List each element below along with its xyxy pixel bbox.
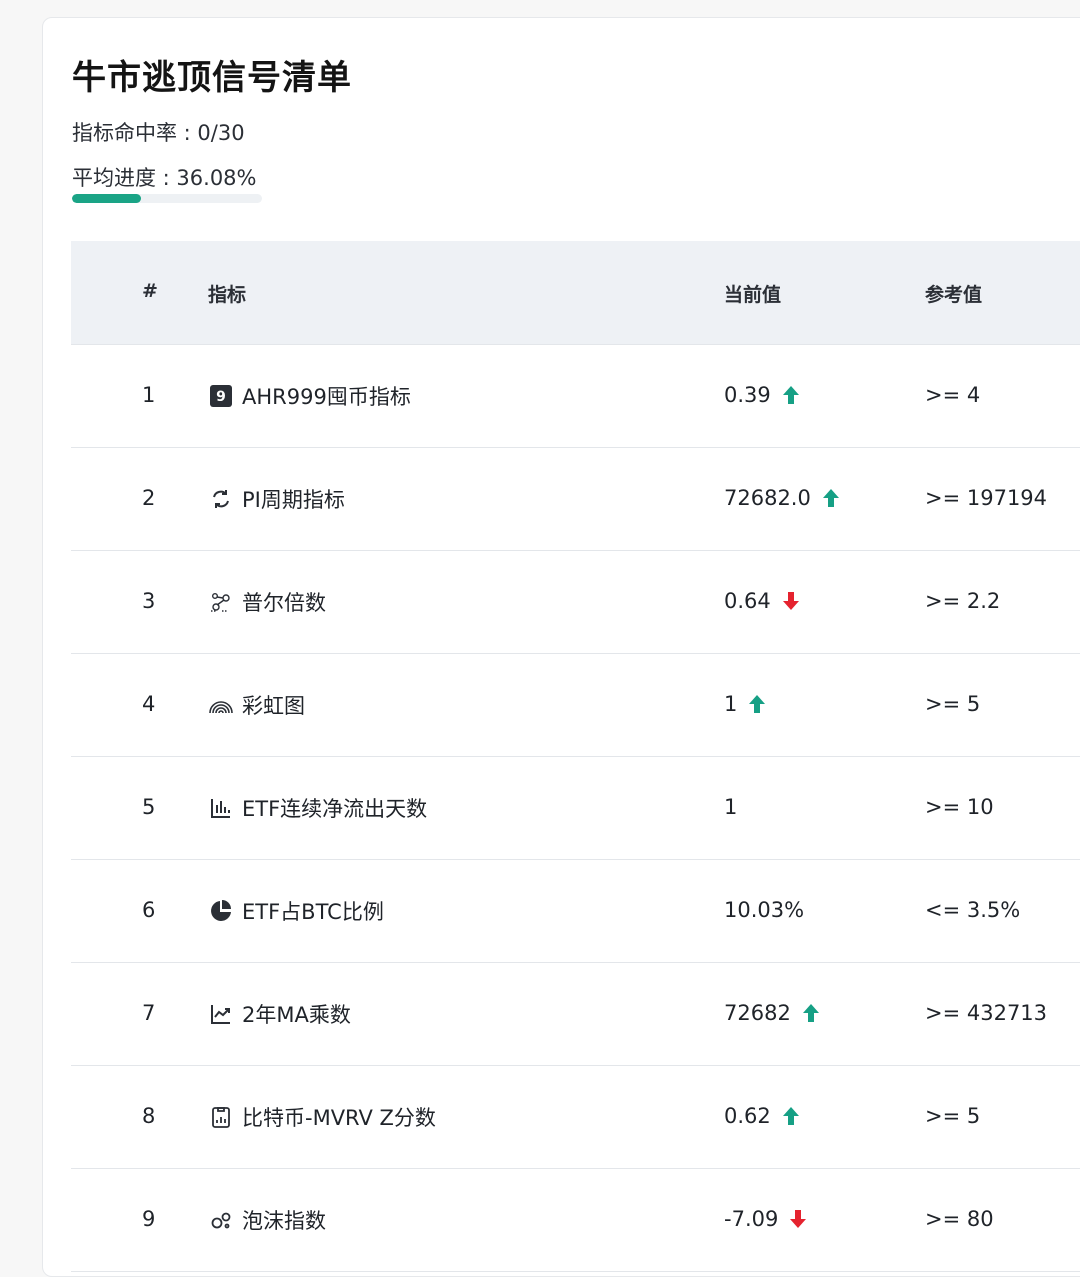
table-header: # 指标 当前值 参考值 [71,241,1080,345]
current-value-cell: 72682.0 [724,486,841,510]
indicator-name: 比特币-MVRV Z分数 [242,1106,436,1130]
table-row[interactable]: 4 彩虹图 1 >= 5 [71,654,1080,757]
molecule-icon [208,589,234,615]
table-row[interactable]: 7 2年MA乘数 72682 >= 432713 [71,963,1080,1066]
current-value: 0.62 [724,1104,771,1128]
arrow-down-icon [788,1209,808,1229]
line-chart-icon [208,1001,234,1027]
indicator-cell[interactable]: 彩虹图 [208,690,305,720]
indicator-name: 彩虹图 [242,694,305,718]
rainbow-icon [208,692,234,718]
current-value: 1 [724,692,738,716]
current-value: 0.64 [724,589,771,613]
row-number: 9 [142,1207,156,1231]
table-row[interactable]: 3 普尔倍数 0.64 >= 2.2 [71,551,1080,654]
pie-chart-icon [208,898,234,924]
signals-table: # 指标 当前值 参考值 1 9 AHR999囤币指标 0.39 >= 4 2 PI周期指标… [71,241,1080,1272]
table-body: 1 9 AHR999囤币指标 0.39 >= 4 2 PI周期指标 72682.0 >= 197… [71,345,1080,1272]
nine-badge-icon: 9 [208,383,234,409]
reference-value: >= 80 [925,1207,994,1231]
current-value: 0.39 [724,383,771,407]
current-value: 72682 [724,1001,791,1025]
arrow-up-icon [781,1106,801,1126]
indicator-name: ETF连续净流出天数 [242,797,428,821]
table-row[interactable]: 2 PI周期指标 72682.0 >= 197194 [71,448,1080,551]
arrow-up-icon [801,1003,821,1023]
header-reference-value: 参考值 [925,284,983,306]
row-number: 3 [142,589,156,613]
indicator-name: PI周期指标 [242,488,345,512]
reference-value: >= 2.2 [925,589,1001,613]
page-title: 牛市逃顶信号清单 [72,58,352,98]
reference-value: >= 4 [925,383,981,407]
reference-value: >= 10 [925,795,994,819]
bubbles-icon [208,1207,234,1233]
reference-value: >= 5 [925,692,981,716]
indicator-name: AHR999囤币指标 [242,385,411,409]
reference-value: >= 432713 [925,1001,1048,1025]
indicator-cell[interactable]: ETF占BTC比例 [208,896,384,926]
indicator-cell[interactable]: 比特币-MVRV Z分数 [208,1102,436,1132]
table-row[interactable]: 1 9 AHR999囤币指标 0.39 >= 4 [71,345,1080,448]
average-progress-text: 平均进度 : 36.08% [72,166,257,190]
current-value: 1 [724,795,738,819]
indicator-cell[interactable]: 9 AHR999囤币指标 [208,381,411,411]
arrow-up-icon [781,385,801,405]
hit-rate-text: 指标命中率 : 0/30 [72,121,245,145]
row-number: 2 [142,486,156,510]
row-number: 7 [142,1001,156,1025]
table-row[interactable]: 6 ETF占BTC比例 10.03% <= 3.5% [71,860,1080,963]
header-number: # [142,280,158,302]
arrow-up-icon [821,488,841,508]
indicator-name: 普尔倍数 [242,591,326,615]
indicator-name: 2年MA乘数 [242,1003,351,1027]
reference-value: >= 197194 [925,486,1048,510]
bar-chart-icon [208,795,234,821]
current-value-cell: 1 [724,692,767,716]
current-value: 72682.0 [724,486,811,510]
average-progress-bar [72,194,262,203]
indicator-cell[interactable]: PI周期指标 [208,484,345,514]
indicator-name: ETF占BTC比例 [242,900,384,924]
reference-value: >= 5 [925,1104,981,1128]
row-number: 6 [142,898,156,922]
average-progress-fill [72,194,141,203]
indicator-name: 泡沫指数 [242,1209,326,1233]
current-value-cell: 72682 [724,1001,821,1025]
current-value-cell: 0.62 [724,1104,801,1128]
header-current-value: 当前值 [724,284,782,306]
indicator-cell[interactable]: 2年MA乘数 [208,999,351,1029]
row-number: 5 [142,795,156,819]
reference-value: <= 3.5% [925,898,1021,922]
indicator-cell[interactable]: 普尔倍数 [208,587,326,617]
cycle-arrows-icon [208,486,234,512]
table-row[interactable]: 8 比特币-MVRV Z分数 0.62 >= 5 [71,1066,1080,1169]
current-value-cell: 0.64 [724,589,801,613]
indicator-cell[interactable]: 泡沫指数 [208,1205,326,1235]
current-value-cell: 10.03% [724,898,804,922]
current-value-cell: 1 [724,795,737,819]
current-value-cell: -7.09 [724,1207,808,1231]
arrow-up-icon [747,694,767,714]
clipboard-chart-icon [208,1104,234,1130]
row-number: 1 [142,383,156,407]
indicator-cell[interactable]: ETF连续净流出天数 [208,793,427,823]
table-row[interactable]: 5 ETF连续净流出天数 1 >= 10 [71,757,1080,860]
current-value-cell: 0.39 [724,383,801,407]
row-number: 4 [142,692,156,716]
row-number: 8 [142,1104,156,1128]
current-value: -7.09 [724,1207,779,1231]
current-value: 10.03% [724,898,805,922]
svg-text:9: 9 [216,389,226,405]
table-row[interactable]: 9 泡沫指数 -7.09 >= 80 [71,1169,1080,1272]
header-indicator: 指标 [208,284,247,306]
arrow-down-icon [781,591,801,611]
